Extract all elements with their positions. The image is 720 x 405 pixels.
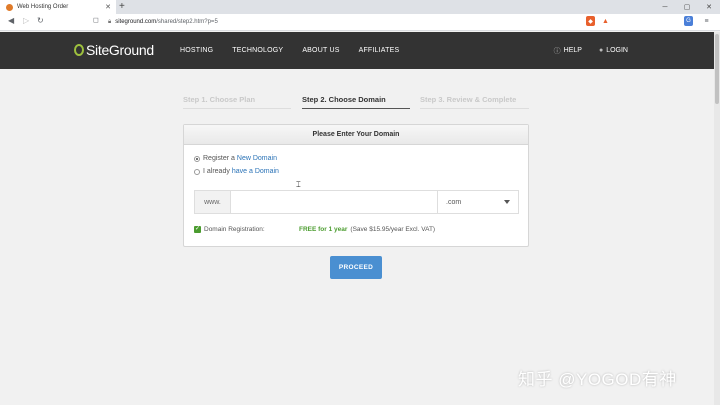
tld-value: .com <box>446 198 462 206</box>
browser-tabstrip: Web Hosting Order ✕ + ─ ▢ ✕ <box>0 0 720 14</box>
browser-toolbar: ◀ ▷ ↻ ◻ 🔒︎ siteground.com/shared/step2.h… <box>0 14 720 31</box>
mouse-cursor-icon: ⌶ <box>296 180 301 189</box>
new-tab-button[interactable]: + <box>119 1 125 13</box>
user-nav: ⓘ HELP ● LOGIN <box>537 32 628 69</box>
panel-title: Please Enter Your Domain <box>184 125 528 145</box>
tab-title: Web Hosting Order <box>17 4 69 10</box>
nav-hosting[interactable]: HOSTING <box>180 47 213 54</box>
step-review-complete: Step 3. Review & Complete <box>420 95 529 109</box>
address-bar[interactable]: 🔒︎ siteground.com/shared/step2.htm?p=5 <box>108 16 628 28</box>
window-controls: ─ ▢ ✕ <box>654 0 720 14</box>
login-link[interactable]: ● LOGIN <box>599 47 628 54</box>
siteground-favicon-icon <box>6 3 13 11</box>
brave-shield-icon[interactable]: ◆ <box>586 16 595 26</box>
domain-registration-row: ✓ Domain Registration: FREE for 1 year (… <box>194 226 435 233</box>
help-label: HELP <box>563 47 582 54</box>
watermark-text: 知乎 @YOGOD有神 <box>518 370 677 389</box>
back-icon[interactable]: ◀ <box>8 16 14 25</box>
site-header: SiteGround HOSTING TECHNOLOGY ABOUT US A… <box>0 32 714 69</box>
option2-prefix: I already <box>203 168 230 175</box>
order-steps: Step 1. Choose Plan Step 2. Choose Domai… <box>183 95 529 109</box>
domain-input-group: www. <box>194 190 438 214</box>
have-domain-link[interactable]: have a Domain <box>232 168 279 175</box>
new-domain-link[interactable]: New Domain <box>237 155 277 162</box>
option1-prefix: Register a <box>203 155 235 162</box>
forward-icon[interactable]: ▷ <box>23 16 29 25</box>
browser-tab[interactable]: Web Hosting Order ✕ <box>0 0 116 14</box>
radio-existing-domain[interactable] <box>194 168 200 175</box>
domain-panel: Please Enter Your Domain Register a New … <box>183 124 529 247</box>
login-label: LOGIN <box>606 47 628 54</box>
nav-about-us[interactable]: ABOUT US <box>302 47 339 54</box>
rewards-icon[interactable]: ▲ <box>601 16 610 26</box>
chevron-down-icon <box>504 200 510 204</box>
help-icon: ⓘ <box>553 47 561 55</box>
nav-affiliates[interactable]: AFFILIATES <box>359 47 400 54</box>
user-icon: ● <box>598 47 604 54</box>
radio-register-new[interactable] <box>194 155 200 162</box>
help-link[interactable]: ⓘ HELP <box>554 46 582 56</box>
page-scrollbar[interactable] <box>714 32 720 405</box>
reload-icon[interactable]: ↻ <box>37 16 44 25</box>
logo-mark-icon <box>74 44 84 56</box>
domain-input[interactable] <box>231 191 437 213</box>
option-register-new[interactable]: Register a New Domain <box>194 155 277 162</box>
step-choose-plan[interactable]: Step 1. Choose Plan <box>183 95 291 109</box>
registration-label: Domain Registration: <box>204 226 265 233</box>
close-window-button[interactable]: ✕ <box>698 0 720 14</box>
url-path: /shared/step2.htm?p=5 <box>156 19 218 25</box>
scrollbar-thumb[interactable] <box>715 34 719 104</box>
lock-icon: 🔒︎ <box>108 18 112 25</box>
nav-technology[interactable]: TECHNOLOGY <box>232 47 283 54</box>
savings-text: (Save $15.95/year Excl. VAT) <box>350 226 436 233</box>
main-nav: HOSTING TECHNOLOGY ABOUT US AFFILIATES <box>180 32 418 69</box>
www-prefix: www. <box>195 191 231 213</box>
tld-select[interactable]: .com <box>437 190 519 214</box>
translate-icon[interactable]: G <box>684 16 693 26</box>
step-choose-domain: Step 2. Choose Domain <box>302 95 410 109</box>
proceed-button[interactable]: PROCEED <box>330 256 382 279</box>
tab-close-icon[interactable]: ✕ <box>105 3 111 11</box>
maximize-button[interactable]: ▢ <box>676 0 698 14</box>
siteground-logo[interactable]: SiteGround <box>74 42 154 58</box>
minimize-button[interactable]: ─ <box>654 0 676 14</box>
url-host: siteground.com <box>115 19 157 25</box>
domain-registration-checkbox[interactable]: ✓ <box>194 226 201 233</box>
menu-icon[interactable]: ≡ <box>702 16 711 26</box>
option-existing-domain[interactable]: I already have a Domain <box>194 168 279 175</box>
free-offer-text: FREE for 1 year <box>299 226 348 233</box>
bookmark-icon[interactable]: ◻ <box>93 16 99 24</box>
logo-text: SiteGround <box>86 42 154 58</box>
